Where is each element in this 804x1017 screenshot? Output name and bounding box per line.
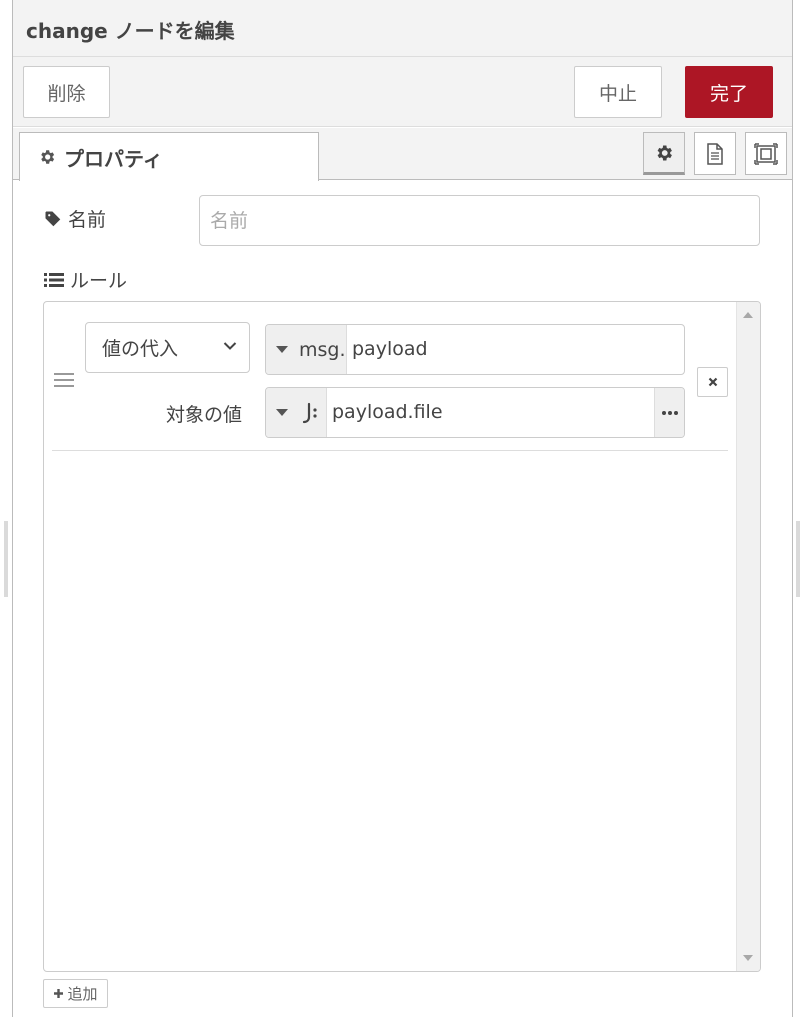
- description-tab-button[interactable]: [694, 132, 736, 175]
- name-label-row: 名前: [44, 205, 106, 232]
- add-rule-label: 追加: [67, 986, 98, 1003]
- tray-header: change ノードを編集: [13, 0, 792, 57]
- delete-rule-button[interactable]: [697, 367, 728, 397]
- name-input[interactable]: [199, 195, 760, 246]
- name-label: 名前: [68, 209, 107, 231]
- scroll-down-icon[interactable]: [743, 955, 753, 961]
- rule-list-scrollbar[interactable]: [736, 302, 760, 971]
- tray-toolbar: 削除 中止 完了: [13, 57, 792, 127]
- target-type-prefix: msg.: [299, 338, 346, 361]
- drag-handle-icon[interactable]: [54, 373, 74, 389]
- rule-target-input[interactable]: msg. payload: [265, 324, 685, 375]
- rule-list: 値の代入 msg. payload 対象の値 payload.file: [43, 301, 761, 972]
- rules-label-row: ルール: [44, 266, 127, 293]
- right-resize-handle[interactable]: [796, 521, 800, 597]
- chevron-down-icon: [223, 341, 237, 351]
- plus-icon: [53, 988, 64, 999]
- target-value[interactable]: payload: [352, 338, 428, 360]
- tab-bar: プロパティ: [13, 128, 792, 181]
- close-icon: [708, 377, 718, 387]
- caret-down-icon: [276, 409, 288, 416]
- node-appearance-icon: [754, 142, 778, 165]
- delete-button[interactable]: 削除: [23, 66, 110, 118]
- value-type-selector[interactable]: [266, 388, 327, 437]
- rule-value-input[interactable]: payload.file: [265, 387, 685, 438]
- add-rule-button[interactable]: 追加: [43, 979, 108, 1008]
- value-label: 対象の値: [166, 404, 243, 426]
- gear-icon: [654, 143, 674, 163]
- properties-tab-button[interactable]: [643, 132, 685, 175]
- appearance-tab-button[interactable]: [745, 132, 787, 175]
- tab-properties-label: プロパティ: [64, 146, 163, 171]
- tab-properties[interactable]: プロパティ: [19, 132, 319, 181]
- edit-tray: change ノードを編集 削除 中止 完了 プロパティ 名前 名前 ルール 値…: [12, 0, 793, 1017]
- tray-title: change ノードを編集: [26, 19, 235, 43]
- caret-down-icon: [276, 346, 288, 353]
- document-icon: [705, 142, 725, 165]
- expand-editor-button[interactable]: [654, 388, 684, 437]
- cancel-button[interactable]: 中止: [574, 66, 662, 118]
- scroll-up-icon[interactable]: [743, 312, 753, 318]
- left-resize-handle[interactable]: [4, 521, 8, 597]
- value-text[interactable]: payload.file: [332, 401, 443, 423]
- rule-row: 値の代入 msg. payload 対象の値 payload.file: [52, 302, 728, 451]
- target-type-selector[interactable]: msg.: [266, 325, 347, 374]
- tag-icon: [44, 210, 62, 228]
- done-button[interactable]: 完了: [685, 66, 773, 118]
- list-icon: [44, 272, 64, 288]
- rules-label: ルール: [70, 270, 128, 292]
- rule-action-value: 値の代入: [102, 338, 179, 360]
- gear-icon: [38, 148, 56, 166]
- jsonata-icon: [300, 401, 320, 425]
- rule-action-select[interactable]: 値の代入: [85, 322, 250, 373]
